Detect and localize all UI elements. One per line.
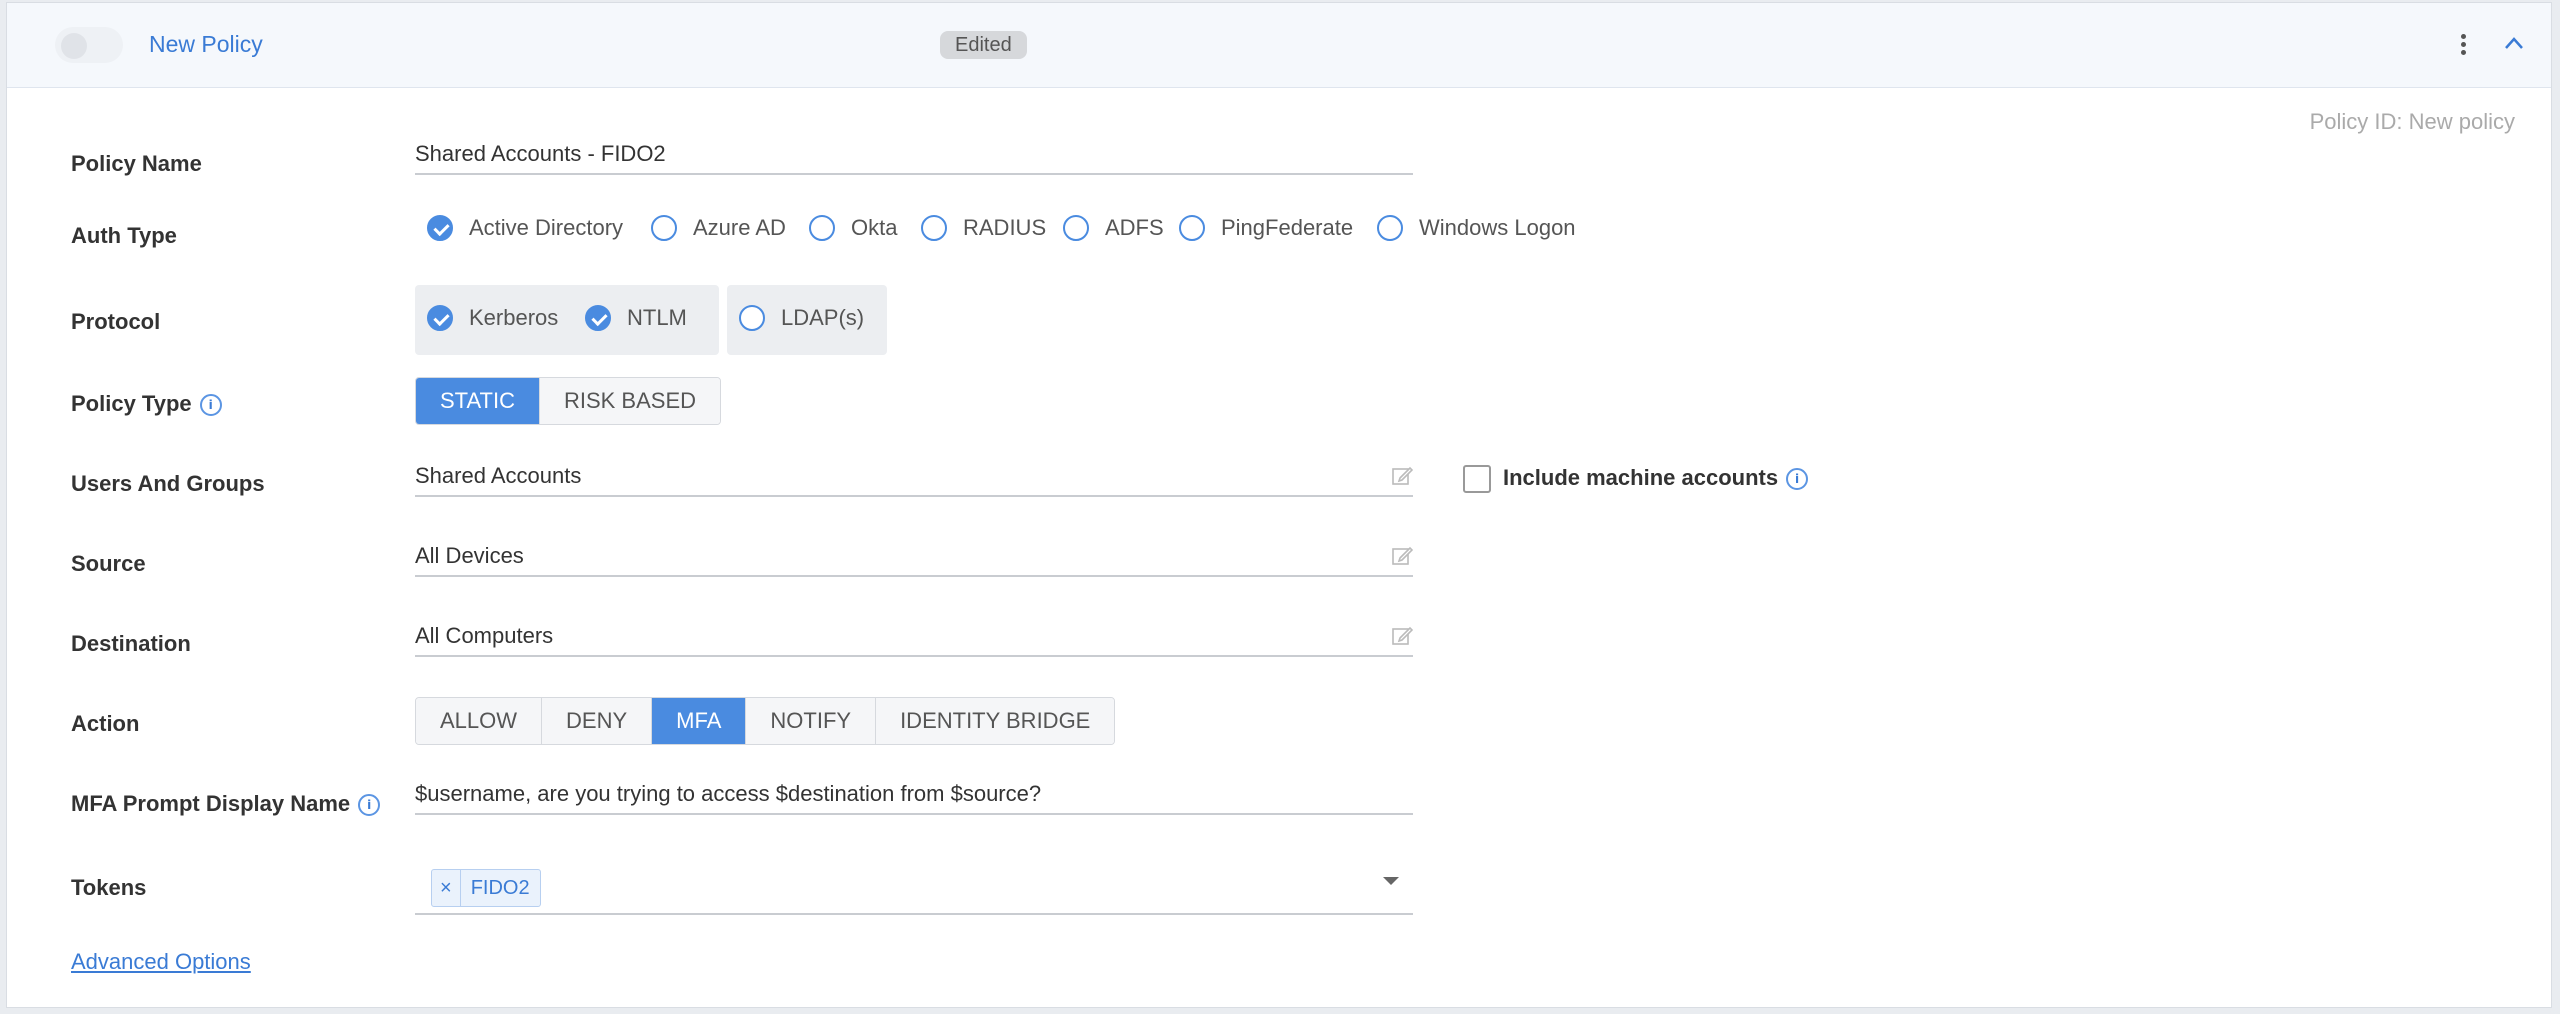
auth-type-option-label: Windows Logon [1419,215,1576,240]
protocol-option-kerberos[interactable]: Kerberos [427,305,558,331]
chevron-up-icon[interactable] [2503,35,2525,51]
users-groups-label: Users And Groups [71,471,265,496]
policy-type-static[interactable]: STATIC [416,378,540,424]
protocol-option-label: NTLM [627,305,687,330]
auth-type-option-active-directory[interactable]: Active Directory [427,215,623,241]
checked-icon [427,215,453,241]
source-input[interactable]: All Devices [415,541,1413,577]
policy-type-segmented: STATIC RISK BASED [415,377,722,425]
edit-icon[interactable] [1391,465,1413,487]
policy-title[interactable]: New Policy [149,31,263,58]
token-chip: × FIDO2 [431,869,541,907]
include-machine-accounts-checkbox[interactable] [1463,465,1491,493]
policy-enabled-toggle[interactable] [55,27,123,63]
policy-name-value: Shared Accounts - FIDO2 [415,141,666,166]
include-machine-accounts-label: Include machine accounts i [1503,465,1809,491]
policy-panel: New Policy Edited Policy ID: New policy … [6,2,2552,1008]
caret-down-icon[interactable] [1383,877,1399,885]
radio-icon [1179,215,1205,241]
radio-icon [739,305,765,331]
auth-type-option-label: ADFS [1105,215,1164,240]
edit-icon[interactable] [1391,625,1413,647]
remove-token-button[interactable]: × [432,870,461,906]
policy-type-risk-based[interactable]: RISK BASED [539,378,721,424]
checked-icon [427,305,453,331]
mfa-prompt-label: MFA Prompt Display Name i [71,791,381,817]
policy-name-input[interactable]: Shared Accounts - FIDO2 [415,139,1413,175]
auth-type-option-label: Azure AD [693,215,786,240]
radio-icon [921,215,947,241]
destination-input[interactable]: All Computers [415,621,1413,657]
protocol-option-label: LDAP(s) [781,305,865,330]
mfa-prompt-input[interactable]: $username, are you trying to access $des… [415,779,1413,815]
action-allow[interactable]: ALLOW [416,698,543,744]
auth-type-option-windows-logon[interactable]: Windows Logon [1377,215,1576,241]
auth-type-option-adfs[interactable]: ADFS [1063,215,1164,241]
token-chip-label: FIDO2 [470,877,530,899]
edit-icon[interactable] [1391,545,1413,567]
radio-icon [809,215,835,241]
info-icon[interactable]: i [358,794,381,817]
checked-icon [585,305,611,331]
advanced-options-link[interactable]: Advanced Options [71,949,251,975]
source-label: Source [71,551,146,576]
radio-icon [1377,215,1403,241]
auth-type-option-label: Okta [851,215,898,240]
action-deny[interactable]: DENY [542,698,653,744]
info-icon[interactable]: i [1786,468,1809,491]
protocol-option-ntlm[interactable]: NTLM [585,305,687,331]
policy-header: New Policy Edited [7,3,2551,88]
action-segmented: ALLOW DENY MFA NOTIFY IDENTITY BRIDGE [415,697,1116,745]
auth-type-option-label: Active Directory [469,215,624,240]
mfa-prompt-value: $username, are you trying to access $des… [415,781,1042,806]
policy-type-label: Policy Type i [71,391,222,417]
action-label: Action [71,711,140,736]
auth-type-option-label: RADIUS [963,215,1047,240]
protocol-label: Protocol [71,309,161,334]
policy-id: Policy ID: New policy [2309,109,2515,134]
policy-name-label: Policy Name [71,151,202,176]
info-icon[interactable]: i [199,394,222,417]
destination-value: All Computers [415,623,554,648]
action-identity-bridge[interactable]: IDENTITY BRIDGE [876,698,1115,744]
action-notify[interactable]: NOTIFY [746,698,877,744]
auth-type-label: Auth Type [71,223,177,248]
radio-icon [651,215,677,241]
users-groups-value: Shared Accounts [415,463,582,488]
include-machine-accounts-text: Include machine accounts [1503,465,1779,490]
source-value: All Devices [415,543,524,568]
tokens-select[interactable] [415,861,1413,915]
status-badge: Edited [940,31,1027,59]
policy-type-label-text: Policy Type [71,391,192,416]
users-groups-input[interactable]: Shared Accounts [415,461,1413,497]
auth-type-option-radius[interactable]: RADIUS [921,215,1046,241]
toggle-knob [61,33,87,59]
action-mfa[interactable]: MFA [652,698,747,744]
more-vertical-icon[interactable] [2456,31,2470,61]
auth-type-option-okta[interactable]: Okta [809,215,897,241]
protocol-option-ldap[interactable]: LDAP(s) [739,305,864,331]
auth-type-option-azure-ad[interactable]: Azure AD [651,215,786,241]
auth-type-option-pingfederate[interactable]: PingFederate [1179,215,1353,241]
mfa-prompt-label-text: MFA Prompt Display Name [71,791,351,816]
protocol-option-label: Kerberos [469,305,559,330]
destination-label: Destination [71,631,191,656]
tokens-label: Tokens [71,875,147,900]
radio-icon [1063,215,1089,241]
auth-type-option-label: PingFederate [1221,215,1354,240]
